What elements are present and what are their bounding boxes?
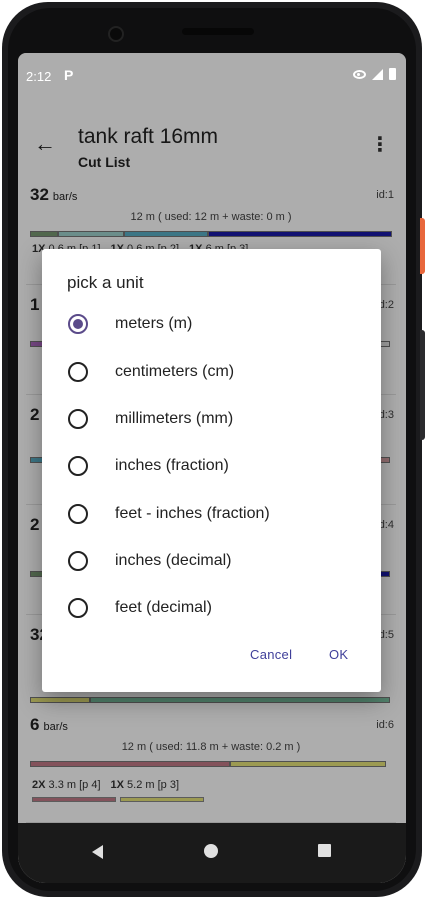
ok-button[interactable]: OK	[329, 647, 348, 662]
nav-back-icon[interactable]	[92, 845, 103, 859]
radio-unchecked-icon[interactable]	[68, 504, 88, 524]
nav-recents-icon[interactable]	[318, 844, 331, 857]
radio-checked-icon[interactable]	[68, 314, 88, 334]
battery-icon	[389, 68, 396, 80]
radio-unchecked-icon[interactable]	[68, 598, 88, 618]
volume-button	[420, 330, 425, 440]
cancel-button[interactable]: Cancel	[250, 647, 292, 662]
status-time: 2:12	[26, 69, 52, 84]
navigation-bar	[18, 823, 406, 883]
option-label: inches (fraction)	[115, 457, 229, 474]
option-label: feet - inches (fraction)	[115, 505, 270, 522]
unit-option-centimeters[interactable]: centimeters (cm)	[42, 349, 381, 395]
option-label: meters (m)	[115, 315, 193, 332]
radio-unchecked-icon[interactable]	[68, 456, 88, 476]
nav-home-icon[interactable]	[204, 844, 218, 858]
notification-p-icon: P	[64, 67, 74, 83]
unit-option-feet-inches-fraction[interactable]: feet - inches (fraction)	[42, 491, 381, 537]
front-camera	[108, 26, 124, 42]
screen: ← tank raft 16mm Cut List ⋮ 32 bar/s id:1…	[18, 53, 406, 883]
radio-unchecked-icon[interactable]	[68, 409, 88, 429]
status-bar: 2:12 P	[18, 53, 406, 99]
option-label: feet (decimal)	[115, 599, 212, 616]
unit-option-feet-decimal[interactable]: feet (decimal)	[42, 585, 381, 631]
unit-option-inches-decimal[interactable]: inches (decimal)	[42, 538, 381, 584]
dialog-title: pick a unit	[67, 273, 144, 292]
option-label: centimeters (cm)	[115, 363, 235, 380]
eye-icon	[353, 69, 366, 79]
radio-unchecked-icon[interactable]	[68, 551, 88, 571]
earpiece-speaker	[182, 28, 254, 35]
signal-icon	[372, 68, 383, 80]
radio-unchecked-icon[interactable]	[68, 362, 88, 382]
unit-option-millimeters[interactable]: millimeters (mm)	[42, 396, 381, 442]
system-icons	[353, 68, 396, 80]
option-label: millimeters (mm)	[115, 410, 234, 427]
unit-option-inches-fraction[interactable]: inches (fraction)	[42, 443, 381, 489]
power-button	[420, 218, 425, 274]
option-label: inches (decimal)	[115, 552, 232, 569]
unit-picker-dialog: pick a unit meters (m) centimeters (cm) …	[42, 249, 381, 692]
unit-option-meters[interactable]: meters (m)	[42, 301, 381, 347]
